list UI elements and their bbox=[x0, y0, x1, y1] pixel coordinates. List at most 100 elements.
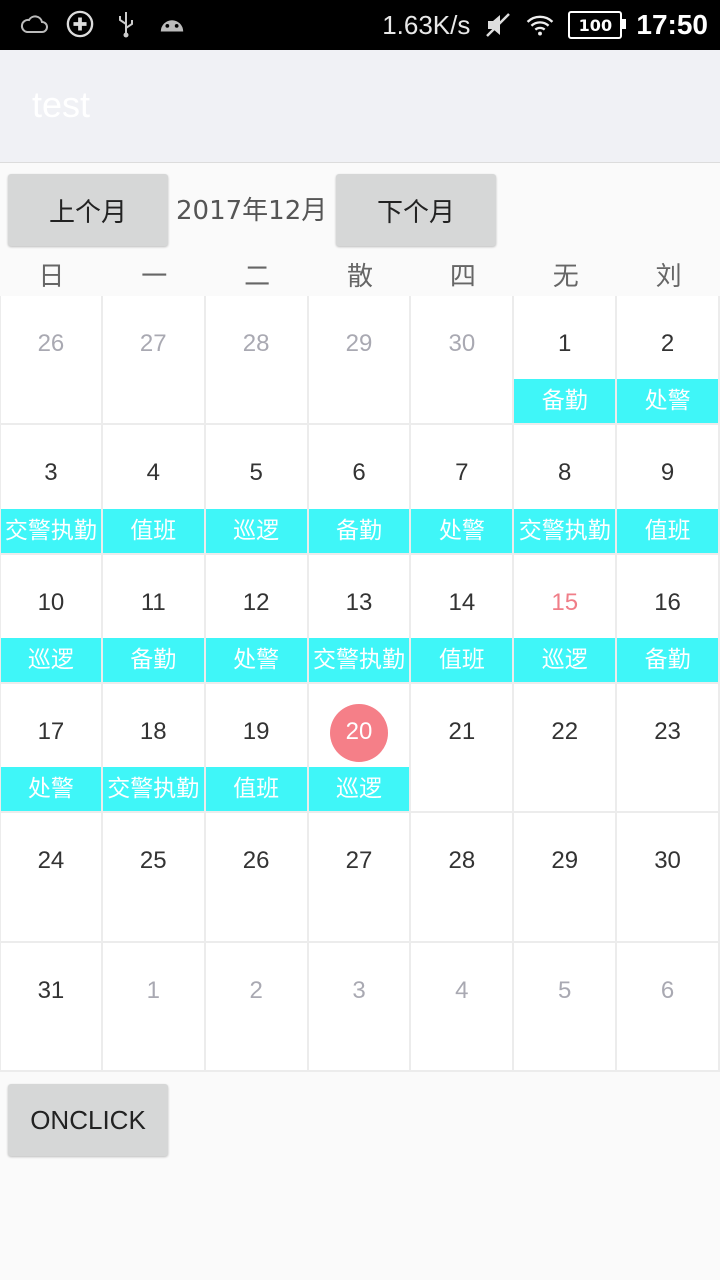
duty-tag: 交警执勤 bbox=[1, 508, 101, 553]
duty-tag: 处警 bbox=[1, 767, 101, 812]
calendar-day-cell[interactable]: 19 值班 bbox=[205, 683, 309, 814]
calendar-day-cell[interactable]: 3 bbox=[308, 942, 412, 1072]
calendar-grid: 26 27 28 29 30 1 备勤 2 处警 3 交警执勤 4 值班 5 巡逻 6 备勤 7 处警 8 交警执勤 9 值… bbox=[0, 296, 720, 1072]
day-number: 30 bbox=[448, 330, 476, 357]
status-bar: 1.63K/s 100 17:50 bbox=[0, 0, 720, 50]
calendar-day-cell[interactable]: 22 bbox=[514, 683, 618, 814]
duty-tag: 备勤 bbox=[514, 379, 616, 424]
duty-tag: 巡逻 bbox=[205, 508, 307, 553]
app-title: test bbox=[32, 84, 91, 125]
clock: 17:50 bbox=[636, 9, 708, 40]
day-number: 18 bbox=[139, 717, 167, 745]
duty-tag: 处警 bbox=[617, 379, 718, 424]
calendar-day-cell[interactable]: 13 交警执勤 bbox=[308, 554, 412, 684]
onclick-button[interactable]: ONCLICK bbox=[8, 1084, 168, 1156]
calendar-day-cell[interactable]: 20 巡逻 bbox=[308, 683, 412, 814]
day-number: 22 bbox=[551, 717, 579, 745]
next-month-button[interactable]: 下个月 bbox=[336, 174, 496, 246]
calendar-day-cell[interactable]: 23 bbox=[617, 683, 720, 814]
weekday-header: 日 一 二 散 四 无 刘 bbox=[0, 258, 720, 296]
duty-tag: 值班 bbox=[617, 508, 718, 553]
day-number: 28 bbox=[448, 847, 476, 875]
calendar-day-cell[interactable]: 14 值班 bbox=[411, 554, 515, 684]
duty-tag: 交警执勤 bbox=[308, 637, 410, 682]
calendar-day-cell[interactable]: 21 bbox=[411, 683, 515, 814]
calendar-day-cell[interactable]: 30 bbox=[411, 296, 515, 426]
calendar-day-cell[interactable]: 29 bbox=[514, 813, 618, 943]
day-number: 6 bbox=[660, 976, 675, 1004]
calendar-day-cell[interactable]: 5 bbox=[514, 942, 618, 1072]
day-number: 23 bbox=[654, 717, 681, 745]
weekday-label: 无 bbox=[552, 262, 579, 292]
calendar-day-cell[interactable]: 28 bbox=[411, 813, 515, 943]
calendar-day-cell[interactable]: 16 备勤 bbox=[617, 554, 720, 684]
calendar-day-cell[interactable]: 17 处警 bbox=[0, 683, 103, 814]
day-number: 5 bbox=[558, 976, 572, 1004]
calendar-day-cell[interactable]: 15 巡逻 bbox=[514, 554, 618, 684]
calendar-day-cell[interactable]: 26 bbox=[0, 296, 103, 426]
calendar-day-cell[interactable]: 11 备勤 bbox=[102, 554, 206, 684]
duty-tag: 交警执勤 bbox=[102, 767, 204, 812]
day-number: 4 bbox=[146, 459, 160, 487]
calendar-day-cell[interactable]: 24 bbox=[0, 813, 103, 943]
calendar-day-cell[interactable]: 25 bbox=[102, 813, 206, 943]
duty-tag: 巡逻 bbox=[308, 767, 410, 812]
calendar-day-cell[interactable]: 9 值班 bbox=[617, 425, 720, 555]
day-number: 17 bbox=[37, 717, 65, 745]
day-number: 1 bbox=[146, 976, 160, 1004]
calendar-day-cell[interactable]: 4 bbox=[411, 942, 515, 1072]
day-number: 21 bbox=[448, 717, 476, 745]
previous-month-button[interactable]: 上个月 bbox=[8, 174, 168, 246]
duty-tag: 值班 bbox=[411, 637, 513, 682]
day-number: 31 bbox=[37, 976, 65, 1004]
calendar-day-cell[interactable]: 26 bbox=[205, 813, 309, 943]
day-number: 29 bbox=[551, 847, 579, 875]
day-number: 6 bbox=[352, 459, 366, 487]
calendar-day-cell[interactable]: 27 bbox=[102, 296, 206, 426]
day-number: 4 bbox=[455, 976, 469, 1004]
calendar-day-cell[interactable]: 18 交警执勤 bbox=[102, 683, 206, 814]
calendar-day-cell[interactable]: 27 bbox=[308, 813, 412, 943]
duty-tag: 备勤 bbox=[617, 637, 718, 682]
calendar-day-cell[interactable]: 29 bbox=[308, 296, 412, 426]
duty-tag: 处警 bbox=[411, 508, 513, 553]
cloud-icon bbox=[20, 10, 48, 38]
calendar-day-cell[interactable]: 3 交警执勤 bbox=[0, 425, 103, 555]
calendar-day-cell[interactable]: 6 备勤 bbox=[308, 425, 412, 555]
calendar-day-cell[interactable]: 7 处警 bbox=[411, 425, 515, 555]
duty-tag: 备勤 bbox=[308, 508, 410, 553]
weekday-label: 二 bbox=[244, 262, 271, 292]
day-number: 7 bbox=[455, 459, 469, 487]
day-number: 5 bbox=[249, 459, 263, 487]
weekday-label: 散 bbox=[347, 262, 374, 292]
usb-icon bbox=[112, 10, 140, 38]
calendar-day-cell[interactable]: 4 值班 bbox=[102, 425, 206, 555]
day-number: 26 bbox=[242, 847, 270, 875]
day-number: 29 bbox=[345, 330, 373, 357]
calendar-day-cell[interactable]: 8 交警执勤 bbox=[514, 425, 618, 555]
day-number: 13 bbox=[345, 588, 373, 616]
wifi-icon bbox=[526, 11, 554, 39]
calendar-day-cell[interactable]: 12 处警 bbox=[205, 554, 309, 684]
day-number: 10 bbox=[37, 588, 65, 616]
weekday-label: 刘 bbox=[655, 262, 682, 292]
calendar-day-cell[interactable]: 5 巡逻 bbox=[205, 425, 309, 555]
day-number: 27 bbox=[139, 330, 167, 357]
calendar-day-cell[interactable]: 1 bbox=[102, 942, 206, 1072]
calendar-day-cell[interactable]: 10 巡逻 bbox=[0, 554, 103, 684]
calendar-day-cell[interactable]: 6 bbox=[617, 942, 720, 1072]
day-number: 9 bbox=[660, 459, 675, 487]
day-number: 19 bbox=[242, 717, 270, 745]
calendar-day-cell[interactable]: 28 bbox=[205, 296, 309, 426]
duty-tag: 值班 bbox=[102, 508, 204, 553]
calendar-day-cell[interactable]: 30 bbox=[617, 813, 720, 943]
calendar-day-cell[interactable]: 2 处警 bbox=[617, 296, 720, 426]
calendar-day-cell[interactable]: 1 备勤 bbox=[514, 296, 618, 426]
calendar-day-cell[interactable]: 2 bbox=[205, 942, 309, 1072]
calendar-day-cell[interactable]: 31 bbox=[0, 942, 103, 1072]
weekday-label: 日 bbox=[38, 262, 65, 292]
day-number: 16 bbox=[654, 588, 681, 616]
month-label: 2017年12月 bbox=[176, 196, 328, 226]
app-bar: test bbox=[0, 50, 720, 163]
day-number: 27 bbox=[345, 847, 373, 875]
